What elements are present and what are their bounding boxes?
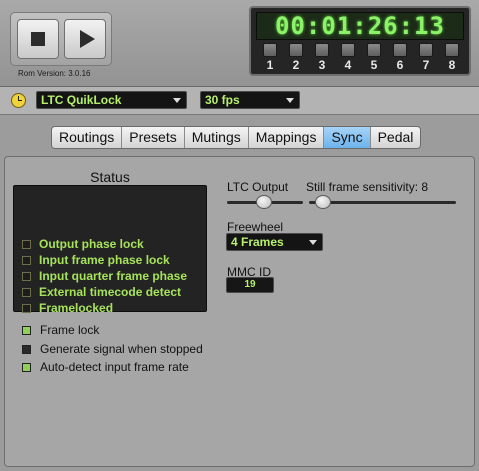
timecode-key-2[interactable]: 2 — [283, 43, 309, 73]
timecode-key-6[interactable]: 6 — [387, 43, 413, 73]
timecode-display: 00:01:26:13 — [256, 12, 464, 40]
tab-mutings[interactable]: Mutings — [184, 127, 249, 148]
play-button[interactable] — [64, 19, 106, 59]
clock-icon — [11, 93, 26, 108]
tab-mappings[interactable]: Mappings — [248, 127, 325, 148]
mmc-id-field[interactable]: 19 — [226, 277, 274, 293]
tab-sync[interactable]: Sync — [324, 127, 371, 148]
timecode-key-1[interactable]: 1 — [257, 43, 283, 73]
stop-icon — [31, 32, 45, 46]
still-frame-label: Still frame sensitivity: 8 — [306, 180, 429, 194]
status-item: Input quarter frame phase — [22, 268, 187, 284]
chevron-down-icon — [286, 98, 294, 103]
stop-button[interactable] — [17, 19, 59, 59]
status-item: Framelocked — [22, 300, 113, 316]
key-pad[interactable] — [367, 43, 381, 57]
status-item: Output phase lock — [22, 236, 144, 252]
frame-rate-value: 30 fps — [205, 93, 240, 107]
key-pad[interactable] — [419, 43, 433, 57]
status-indicator — [22, 272, 31, 281]
led-indicator — [22, 326, 31, 335]
status-title: Status — [90, 169, 130, 185]
sync-source-row: LTC QuikLock 30 fps — [0, 87, 479, 115]
led-indicator — [22, 363, 31, 372]
timecode-key-4[interactable]: 4 — [335, 43, 361, 73]
tabs: Routings Presets Mutings Mappings Sync P… — [51, 126, 422, 149]
still-frame-slider[interactable] — [309, 193, 456, 211]
timecode-panel: 00:01:26:13 1 2 3 4 5 6 7 8 — [249, 6, 471, 76]
freewheel-label: Freewheel — [227, 220, 284, 234]
play-icon — [79, 30, 95, 48]
slider-track — [309, 201, 456, 204]
option-frame-lock[interactable]: Frame lock — [22, 322, 99, 338]
option-auto-detect[interactable]: Auto-detect input frame rate — [22, 359, 189, 375]
transport-controls — [10, 12, 112, 66]
status-indicator — [22, 256, 31, 265]
freewheel-value: 4 Frames — [231, 235, 284, 249]
timecode-key-7[interactable]: 7 — [413, 43, 439, 73]
slider-knob[interactable] — [256, 195, 272, 209]
key-pad[interactable] — [341, 43, 355, 57]
chevron-down-icon — [173, 98, 181, 103]
tab-routings[interactable]: Routings — [52, 127, 123, 148]
chevron-down-icon — [309, 240, 317, 245]
tab-presets[interactable]: Presets — [122, 127, 185, 148]
key-pad[interactable] — [289, 43, 303, 57]
key-pad[interactable] — [393, 43, 407, 57]
key-pad[interactable] — [445, 43, 459, 57]
sync-source-dropdown[interactable]: LTC QuikLock — [36, 91, 187, 109]
ltc-output-slider[interactable] — [227, 193, 303, 211]
tab-pedal[interactable]: Pedal — [370, 127, 421, 148]
frame-rate-dropdown[interactable]: 30 fps — [200, 91, 300, 109]
led-indicator — [22, 345, 31, 354]
rom-version: Rom Version: 3.0.16 — [18, 69, 91, 78]
status-indicator — [22, 304, 31, 313]
freewheel-dropdown[interactable]: 4 Frames — [226, 233, 323, 251]
timecode-keys: 1 2 3 4 5 6 7 8 — [257, 43, 465, 75]
sync-panel: Status Output phase lock Input frame pha… — [4, 156, 475, 467]
status-box: Output phase lock Input frame phase lock… — [13, 185, 207, 315]
tab-bar: Routings Presets Mutings Mappings Sync P… — [0, 116, 479, 156]
slider-knob[interactable] — [315, 195, 331, 209]
status-indicator — [22, 240, 31, 249]
timecode-key-3[interactable]: 3 — [309, 43, 335, 73]
status-item: Input frame phase lock — [22, 252, 170, 268]
ltc-output-label: LTC Output — [227, 180, 289, 194]
status-indicator — [22, 288, 31, 297]
timecode-key-8[interactable]: 8 — [439, 43, 465, 73]
key-pad[interactable] — [263, 43, 277, 57]
option-generate-signal[interactable]: Generate signal when stopped — [22, 341, 203, 357]
key-pad[interactable] — [315, 43, 329, 57]
device-header: Rom Version: 3.0.16 00:01:26:13 1 2 3 4 … — [0, 0, 479, 86]
status-item: External timecode detect — [22, 284, 181, 300]
sync-source-value: LTC QuikLock — [41, 93, 122, 107]
timecode-key-5[interactable]: 5 — [361, 43, 387, 73]
